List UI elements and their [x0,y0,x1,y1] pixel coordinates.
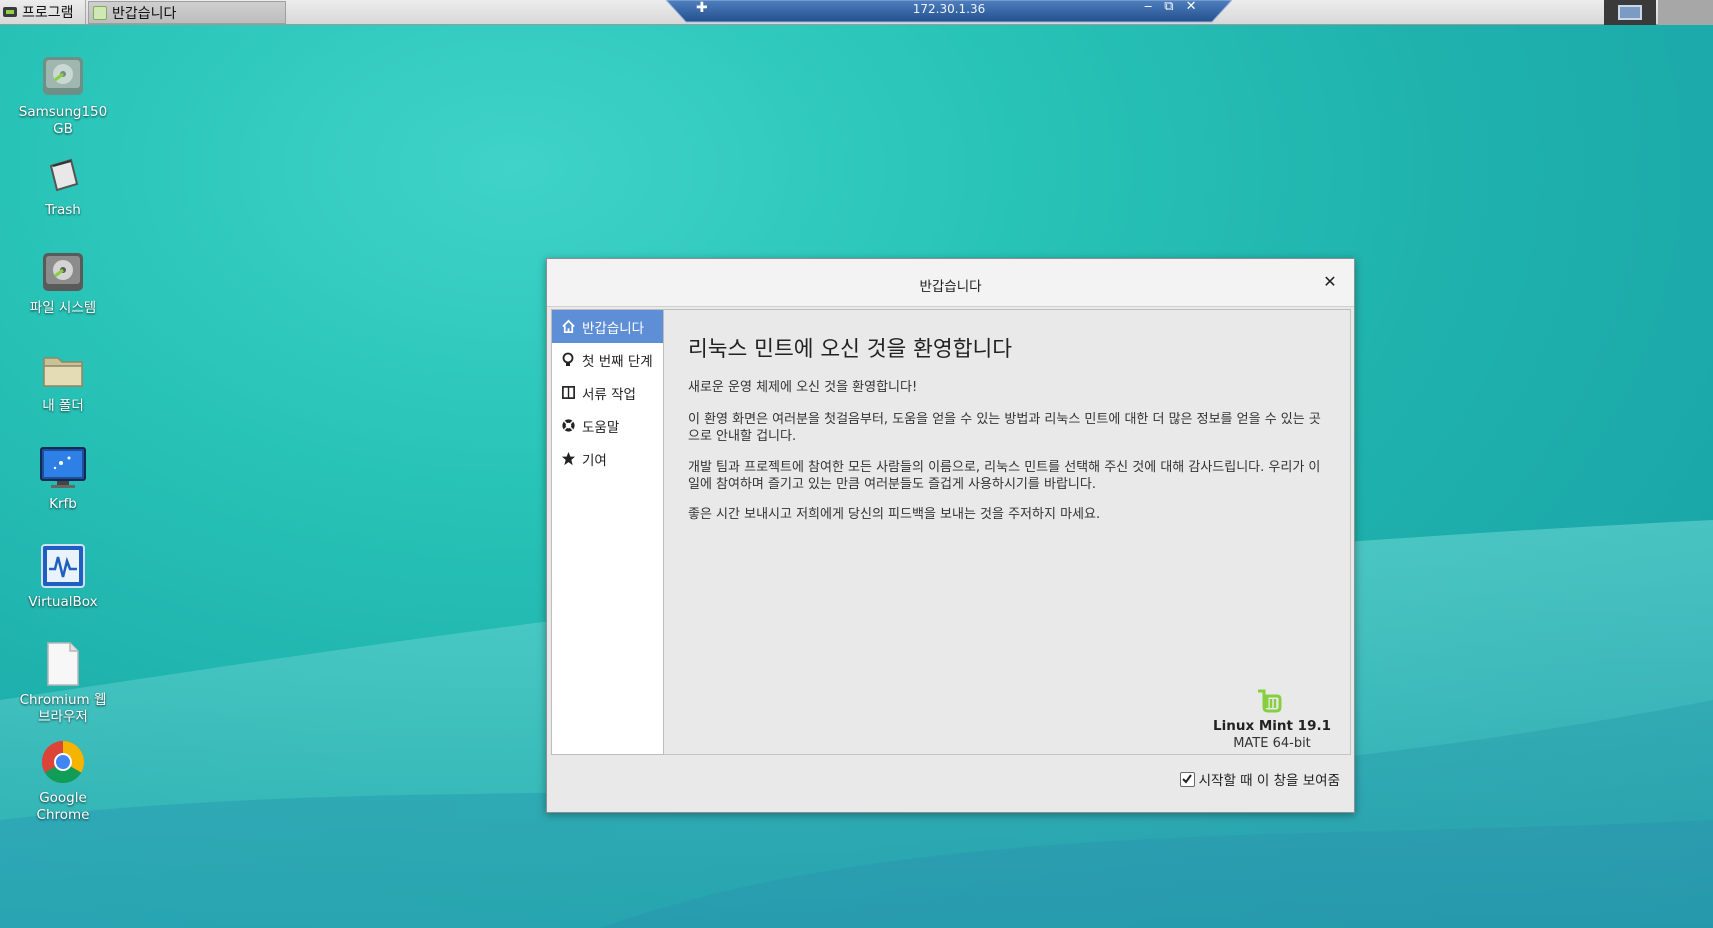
dialog-close-button[interactable]: ✕ [1320,272,1340,292]
book-icon [560,385,576,401]
star-icon [560,451,576,467]
desktop-icon-label: Chromium 웹 [19,692,107,708]
desktop-icon-home-folder[interactable]: 내 폴더 [8,346,118,415]
welcome-paragraph: 새로운 운영 체제에 오신 것을 환영합니다! [688,380,918,395]
desktop-icon-label: Samsung150 [18,104,108,120]
workspace-switcher-2[interactable] [1658,0,1713,25]
workspace-switcher-1[interactable] [1604,0,1656,25]
taskbar-item-label: 반갑습니다 [112,5,177,22]
desktop-icon-google-chrome[interactable]: Google Chrome [8,738,118,824]
desktop-icon-samsung-drive[interactable]: Samsung150 GB [8,52,118,138]
show-on-startup-label: 시작할 때 이 창을 보여줌 [1198,773,1340,789]
desktop-icon-label: Chrome [36,807,90,823]
desktop-icon-label: 내 폴더 [42,398,84,414]
applications-menu-label: 프로그램 [22,5,74,21]
sidebar-item-documentation[interactable]: 서류 작업 [552,376,663,409]
home-icon [560,319,576,335]
desktop-icon-filesystem[interactable]: 파일 시스템 [8,248,118,317]
desktop-icon-trash[interactable]: Trash [8,150,118,219]
folder-icon [39,346,87,394]
sidebar-item-label: 서류 작업 [582,386,636,403]
desktop-icon-label: Krfb [49,496,77,512]
monitor-icon [39,444,87,492]
desktop-icon-label: 파일 시스템 [29,300,97,316]
welcome-content: 리눅스 민트에 오신 것을 환영합니다 새로운 운영 체제에 오신 것을 환영합… [664,309,1351,755]
dialog-titlebar[interactable]: 반갑습니다 ✕ [547,259,1354,307]
welcome-paragraph: 개발 팀과 프로젝트에 참여한 모든 사람들의 이름으로, 리눅스 민트를 선택… [688,460,1321,492]
desktop-icon-virtualbox[interactable]: VirtualBox [8,542,118,611]
applications-menu-button[interactable]: 프로그램 [0,0,86,24]
virtualbox-icon [39,542,87,590]
welcome-paragraph: 이 환영 화면은 여러분을 첫걸음부터, 도움을 얻을 수 있는 방법과 리눅스… [688,412,1321,444]
desktop-icon-label: Google [39,790,87,806]
desktop-icon-label: VirtualBox [28,594,98,610]
taskbar-item-welcome[interactable]: 반갑습니다 [88,1,286,24]
lifebuoy-icon [560,418,576,434]
edition-label: MATE 64-bit [1233,736,1311,751]
version-label: Linux Mint 19.1 [1213,718,1331,734]
remote-connection-bar: ✚ 172.30.1.36 ‒ ⧉ ✕ [666,0,1232,23]
sidebar-item-contribute[interactable]: 기여 [552,442,663,475]
welcome-dialog: 반갑습니다 ✕ 반갑습니다 첫 번째 단계 서류 작업 도움말 기여 리눅스 민… [546,258,1355,813]
remote-minimize-button[interactable]: ‒ [1144,0,1152,14]
filesystem-icon [39,248,87,296]
sidebar-item-label: 반갑습니다 [582,320,645,337]
sidebar-item-welcome[interactable]: 반갑습니다 [552,310,663,343]
welcome-sidebar: 반갑습니다 첫 번째 단계 서류 작업 도움말 기여 [551,309,664,755]
welcome-heading: 리눅스 민트에 오신 것을 환영합니다 [688,337,1013,362]
mint-menu-icon [2,4,18,20]
drive-icon [39,52,87,100]
show-on-startup-checkbox[interactable]: 시작할 때 이 창을 보여줌 [1179,769,1340,789]
sidebar-item-first-steps[interactable]: 첫 번째 단계 [552,343,663,376]
desktop-icon-label: Trash [45,202,81,218]
dialog-title: 반갑습니다 [919,279,982,295]
sidebar-item-label: 기여 [582,452,607,469]
chrome-icon [39,738,87,786]
sidebar-item-label: 첫 번째 단계 [582,353,653,370]
sidebar-item-help[interactable]: 도움말 [552,409,663,442]
trash-icon [39,150,87,198]
welcome-app-icon [93,5,107,20]
dialog-footer: 시작할 때 이 창을 보여줌 [551,759,1351,803]
document-icon [39,640,87,688]
welcome-paragraph: 좋은 시간 보내시고 저희에게 당신의 피드백을 보내는 것을 주저하지 마세요… [688,507,1101,522]
desktop-icon-krfb[interactable]: Krfb [8,444,118,513]
sidebar-item-label: 도움말 [582,419,620,436]
desktop-icon-label: 브라우저 [38,709,88,725]
remote-close-button[interactable]: ✕ [1186,0,1197,14]
checkbox-checked-icon[interactable] [1179,771,1195,787]
lightbulb-icon [560,352,576,368]
desktop-icon-chromium[interactable]: Chromium 웹 브라우저 [8,640,118,726]
remote-restore-button[interactable]: ⧉ [1164,0,1173,14]
desktop-icon-label: GB [53,121,73,137]
workspace-screen-icon [1618,5,1642,20]
linux-mint-logo-icon [1258,689,1282,713]
